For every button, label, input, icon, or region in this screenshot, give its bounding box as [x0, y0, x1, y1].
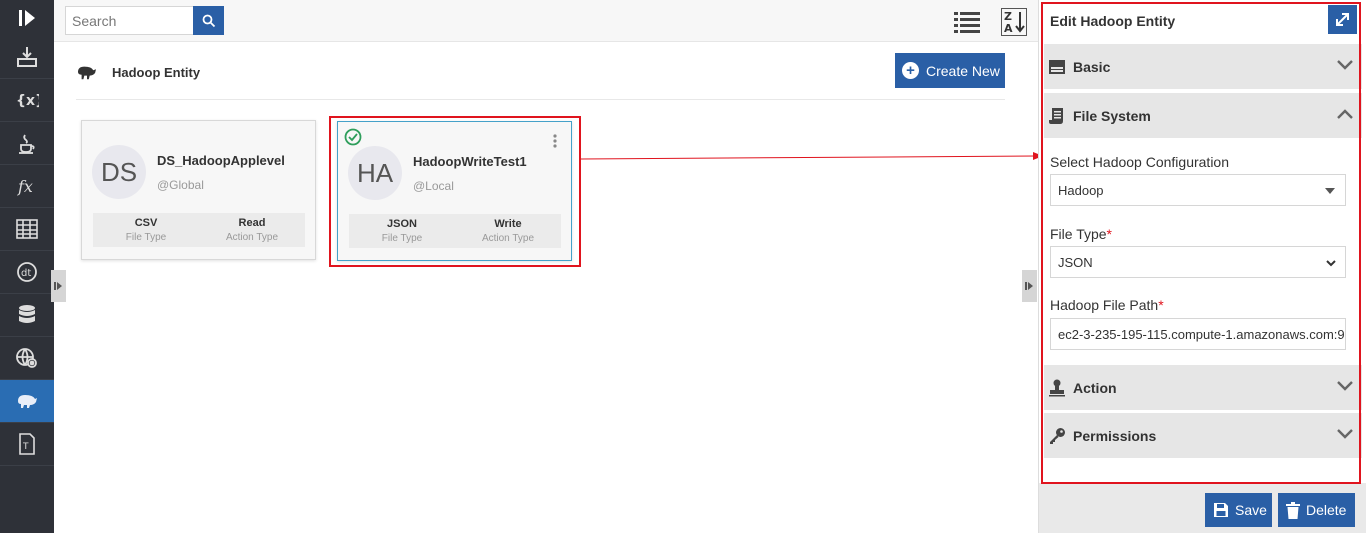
create-new-label: Create New — [926, 62, 1000, 79]
delete-label: Delete — [1306, 502, 1347, 518]
hadoop-elephant-icon — [78, 66, 96, 80]
toolbar: ZA — [54, 0, 1038, 42]
action-type-value: Read — [238, 217, 266, 229]
rail-item-database[interactable] — [0, 294, 54, 337]
delete-button[interactable]: Delete — [1278, 493, 1355, 527]
rail-item-datetime[interactable]: dt — [0, 251, 54, 294]
right-collapse-toggle[interactable] — [1022, 270, 1037, 302]
search-input[interactable] — [65, 6, 193, 35]
page-header: Hadoop Entity — [76, 60, 200, 84]
create-new-button[interactable]: + Create New — [895, 53, 1005, 88]
text-file-icon: T — [19, 433, 35, 455]
expand-rail-icon — [19, 10, 35, 26]
globe-gear-icon — [16, 348, 37, 368]
entity-name: DS_HadoopApplevel — [157, 153, 285, 168]
entity-info: CSV File Type Read Action Type — [93, 213, 305, 247]
save-label: Save — [1235, 502, 1267, 518]
hadoop-elephant-icon — [18, 395, 37, 408]
rail-item-java[interactable] — [0, 122, 54, 165]
table-icon — [16, 219, 38, 239]
save-floppy-icon — [1214, 503, 1228, 517]
rail-item-table[interactable] — [0, 208, 54, 251]
list-view-icon[interactable] — [954, 10, 980, 34]
svg-text:dt: dt — [21, 268, 31, 279]
left-collapse-toggle[interactable] — [51, 270, 66, 302]
rail-item-settings-globe[interactable] — [0, 337, 54, 380]
chevron-right-icon — [54, 282, 62, 290]
svg-text:T: T — [22, 442, 29, 452]
entity-card[interactable]: DS DS_HadoopApplevel @Global CSV File Typ… — [81, 120, 316, 260]
java-icon — [19, 134, 35, 154]
header-divider — [76, 99, 1005, 100]
trash-icon — [1286, 501, 1300, 519]
entity-scope: @Global — [157, 178, 204, 192]
search-icon — [202, 14, 215, 27]
annotation-highlight-panel — [1041, 2, 1361, 484]
rail-expand-button[interactable] — [0, 0, 54, 36]
rail-item-variables[interactable]: {x} — [0, 79, 54, 122]
database-icon — [19, 305, 35, 323]
avatar: DS — [92, 145, 146, 199]
svg-text:fx: fx — [17, 177, 33, 196]
rail-item-text[interactable]: T — [0, 423, 54, 466]
annotation-arrow — [581, 152, 1043, 160]
panel-footer: Save Delete — [1039, 483, 1366, 533]
rail-item-functions[interactable]: fx — [0, 165, 54, 208]
variables-icon: {x} — [16, 93, 39, 109]
file-type-label: File Type — [125, 232, 167, 243]
svg-text:A: A — [1004, 22, 1013, 35]
search-button[interactable] — [193, 6, 224, 35]
datetime-icon: dt — [17, 262, 37, 282]
action-type-label: Action Type — [225, 232, 279, 243]
save-button[interactable]: Save — [1205, 493, 1272, 527]
rail-item-import[interactable] — [0, 36, 54, 79]
plus-circle-icon: + — [902, 62, 919, 79]
file-type-value: CSV — [134, 217, 158, 229]
sort-za-icon[interactable]: ZA — [1001, 8, 1027, 36]
svg-text:{x}: {x} — [16, 93, 39, 109]
function-icon: fx — [17, 177, 33, 196]
page-title: Hadoop Entity — [112, 64, 201, 80]
annotation-highlight-card — [329, 116, 581, 267]
import-icon — [17, 47, 37, 67]
chevron-right-icon — [1025, 282, 1033, 290]
rail-item-hadoop[interactable] — [0, 380, 54, 423]
left-rail: {x} fx dt T — [0, 0, 54, 533]
